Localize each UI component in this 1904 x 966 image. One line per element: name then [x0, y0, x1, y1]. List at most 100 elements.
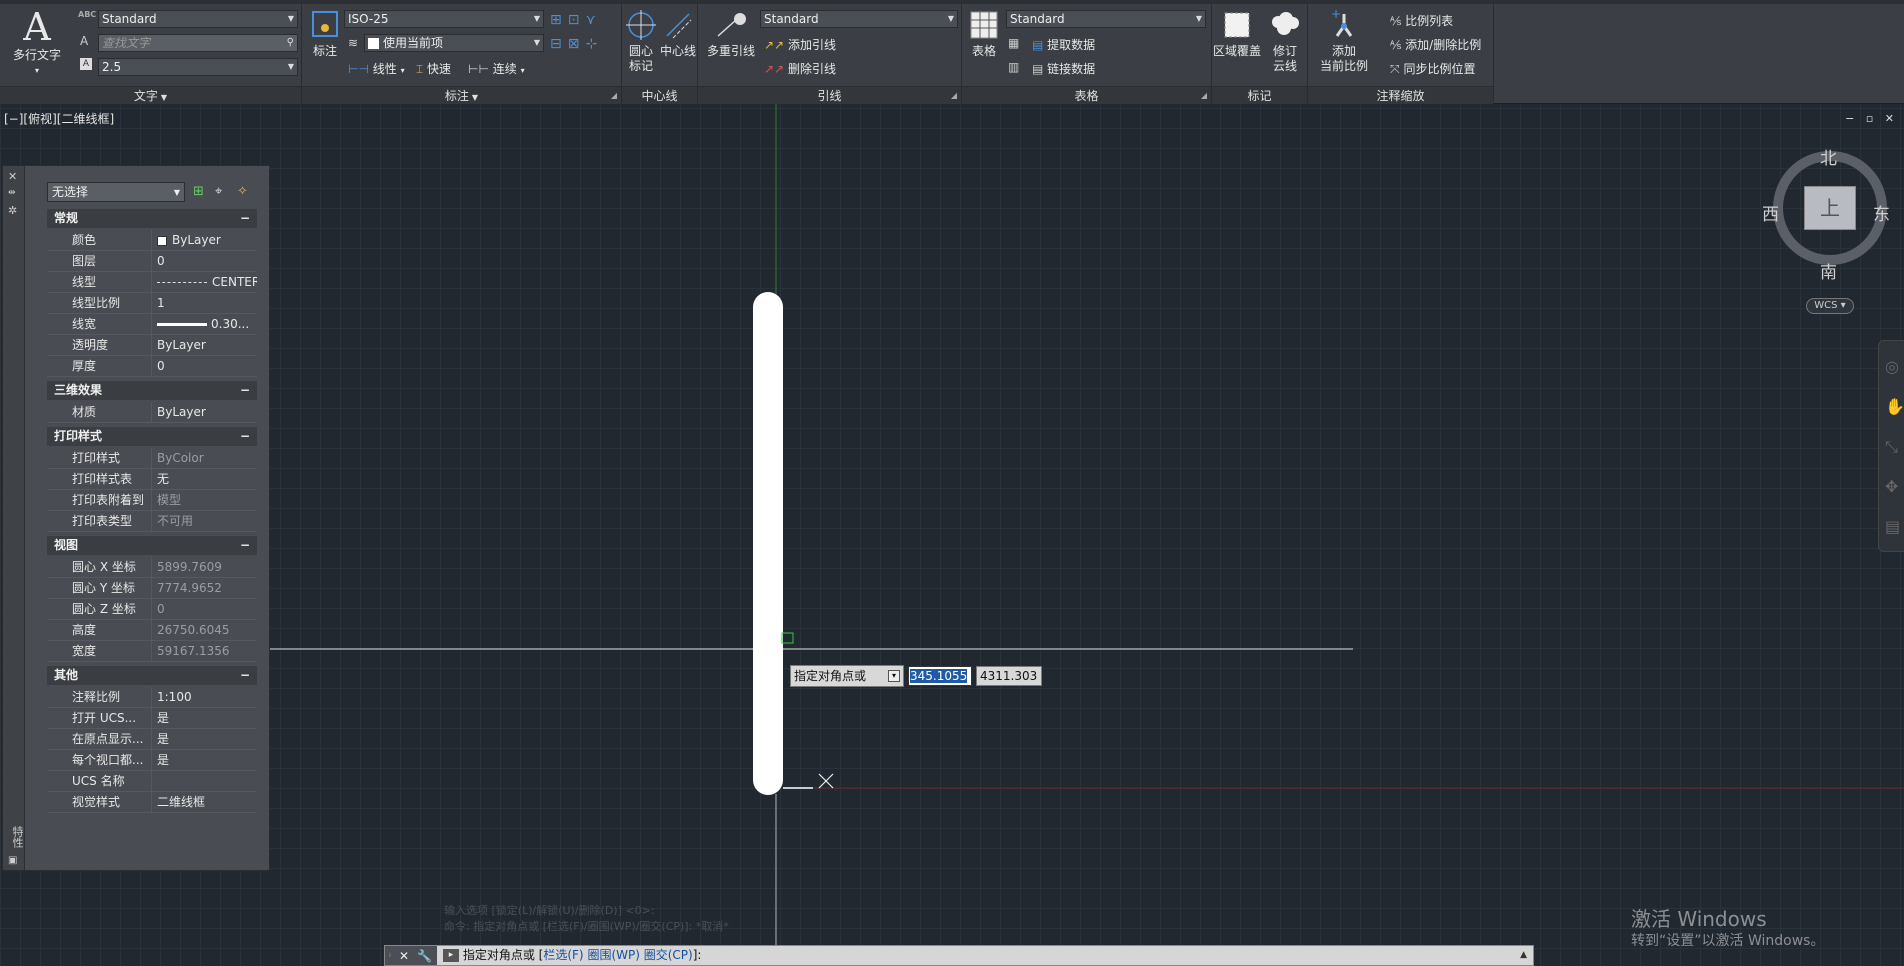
compass-south[interactable]: 南 [1820, 258, 1837, 283]
property-row[interactable]: 打印表附着到 模型 [47, 490, 257, 511]
property-row[interactable]: 宽度 59167.1356 [47, 641, 257, 662]
collapse-icon[interactable]: − [240, 381, 250, 400]
dynamic-input-value2[interactable]: 4311.303 [976, 666, 1042, 686]
centerline-panel-title[interactable]: 中心线 [622, 86, 697, 104]
viewport-controls-label[interactable]: [−][俯视][二维线框] [4, 110, 114, 127]
table-tool2-icon[interactable]: ▥ [1008, 60, 1019, 74]
property-row[interactable]: 圆心 X 坐标 5899.7609 [47, 557, 257, 578]
text-style-dropdown[interactable]: Standard ▼ [98, 10, 298, 28]
property-row[interactable]: 透明度 ByLayer [47, 335, 257, 356]
property-value[interactable]: 1:100 [151, 687, 257, 707]
property-row[interactable]: UCS 名称 [47, 771, 257, 792]
grip-icon[interactable]: ⁞ [389, 946, 391, 965]
steering-wheel-icon[interactable]: ◎ [1885, 357, 1899, 376]
property-row[interactable]: 高度 26750.6045 [47, 620, 257, 641]
extract-data-button[interactable]: ▤ 提取数据 [1032, 36, 1095, 53]
showmotion-icon[interactable]: ▤ [1885, 517, 1900, 536]
property-value[interactable]: 模型 [151, 490, 257, 510]
table-panel-title[interactable]: 表格 ◢ [962, 86, 1211, 104]
linear-dim-button[interactable]: ⊢⊣ 线性 ▾ [348, 60, 405, 77]
collapse-icon[interactable]: − [240, 536, 250, 555]
property-row[interactable]: 线型比例 1 [47, 293, 257, 314]
property-value[interactable]: 0 [151, 356, 257, 376]
property-value[interactable]: 0 [151, 251, 257, 271]
collapse-icon[interactable]: − [240, 427, 250, 446]
mleader-button[interactable]: 多重引线 [706, 10, 756, 59]
quick-select-icon[interactable]: ✧ [237, 184, 253, 200]
center-mark-button[interactable]: 圆心 标记 [624, 10, 658, 74]
property-row[interactable]: 每个视口都... 是 [47, 750, 257, 771]
property-value[interactable]: 7774.9652 [151, 578, 257, 598]
text-panel-title[interactable]: 文字 ▼ [0, 86, 301, 104]
property-value[interactable]: 二维线框 [151, 792, 257, 812]
palette-titlebar[interactable]: ✕ ⇹ ✲ 特性 ▣ [3, 166, 25, 870]
property-row[interactable]: 注释比例 1:100 [47, 687, 257, 708]
property-value[interactable]: 1 [151, 293, 257, 313]
section-header[interactable]: 三维效果 − [47, 381, 257, 400]
table-tool-icon[interactable]: ▦ [1008, 36, 1019, 50]
compass-east[interactable]: 东 [1873, 200, 1890, 225]
mleader-style-dropdown[interactable]: Standard ▼ [760, 10, 958, 28]
command-prompt[interactable]: ▸ 指定对角点或 [栏选(F) 圈围(WP) 圈交(CP)]: [443, 946, 701, 965]
select-objects-icon[interactable]: ⌖ [215, 184, 231, 200]
property-row[interactable]: 材质 ByLayer [47, 402, 257, 423]
property-row[interactable]: 打开 UCS... 是 [47, 708, 257, 729]
dim-layer-dropdown[interactable]: 使用当前项 ▼ [364, 34, 544, 52]
quick-dim-button[interactable]: ⌶ 快速 [416, 60, 451, 77]
property-value[interactable]: 0 [151, 599, 257, 619]
zoom-icon[interactable]: ⤡ [1885, 437, 1898, 457]
property-row[interactable]: 视觉样式 二维线框 [47, 792, 257, 813]
property-row[interactable]: 颜色 ByLayer [47, 230, 257, 251]
scale-panel-title[interactable]: 注释缩放 [1308, 86, 1493, 104]
property-row[interactable]: 线宽 0.30... [47, 314, 257, 335]
dynamic-input-value1[interactable]: 345.1055 [908, 666, 972, 686]
property-value[interactable]: ByLayer [151, 402, 257, 422]
property-row[interactable]: 在原点显示... 是 [47, 729, 257, 750]
dim-tools-row2[interactable]: ⊟⊠⊹ [550, 36, 603, 52]
revcloud-button[interactable]: 修订 云线 [1264, 10, 1306, 74]
dim-style-dropdown[interactable]: ISO-25 ▼ [344, 10, 544, 28]
property-row[interactable]: 打印样式表 无 [47, 469, 257, 490]
pan-icon[interactable]: ✋ [1885, 397, 1904, 416]
close-command-icon[interactable]: ✕ [399, 947, 409, 966]
close-icon[interactable]: ✕ [8, 170, 17, 183]
property-value[interactable]: 是 [151, 750, 257, 770]
property-value[interactable]: 26750.6045 [151, 620, 257, 640]
command-history-toggle[interactable]: ▲ [1520, 946, 1527, 965]
dim-tools-row1[interactable]: ⊞⊡⋎ [550, 12, 602, 28]
dimension-button[interactable]: 标注 [306, 10, 344, 59]
viewcube-top-face[interactable]: 上 [1804, 186, 1856, 230]
property-value[interactable]: 0.30... [151, 314, 257, 334]
property-row[interactable]: 打印表类型 不可用 [47, 511, 257, 532]
table-style-dropdown[interactable]: Standard ▼ [1006, 10, 1206, 28]
property-row[interactable]: 圆心 Z 坐标 0 [47, 599, 257, 620]
orbit-icon[interactable]: ✥ [1885, 477, 1898, 496]
compass-west[interactable]: 西 [1762, 200, 1779, 225]
toggle-pickadd-icon[interactable]: ⊞ [193, 184, 209, 200]
section-header[interactable]: 视图 − [47, 536, 257, 555]
viewport-window-controls[interactable]: − ▫ ✕ [1845, 112, 1898, 125]
property-value[interactable]: 不可用 [151, 511, 257, 531]
add-current-scale-button[interactable]: + 添加 当前比例 [1316, 7, 1372, 74]
remove-leader-button[interactable]: ↗↗ 删除引线 [764, 60, 836, 77]
table-button[interactable]: 表格 [966, 10, 1002, 59]
collapse-icon[interactable]: − [240, 666, 250, 685]
spell-check-icon[interactable]: ABC [78, 10, 96, 19]
property-value[interactable] [151, 771, 257, 791]
command-line[interactable]: ⁞ ✕ 🔧 ▸ 指定对角点或 [栏选(F) 圈围(WP) 圈交(CP)]: ▲ [384, 945, 1534, 966]
dynamic-options-icon[interactable]: ▾ [888, 670, 900, 682]
section-header[interactable]: 其他 − [47, 666, 257, 685]
property-value[interactable]: 无 [151, 469, 257, 489]
centerline-button[interactable]: 中心线 [658, 10, 698, 59]
mtext-button[interactable]: A 多行文字 ▾ [6, 6, 68, 78]
section-header[interactable]: 常规 − [47, 209, 257, 228]
property-row[interactable]: 线型 CENTER [47, 272, 257, 293]
wcs-menu[interactable]: WCS ▾ [1806, 298, 1854, 314]
add-remove-scale-button[interactable]: ⅍ 添加/删除比例 [1390, 36, 1481, 53]
markup-panel-title[interactable]: 标记 [1212, 86, 1307, 104]
property-row[interactable]: 图层 0 [47, 251, 257, 272]
autohide-icon[interactable]: ⇹ [8, 188, 16, 198]
property-value[interactable]: 5899.7609 [151, 557, 257, 577]
collapse-icon[interactable]: − [240, 209, 250, 228]
palette-menu-icon[interactable]: ▣ [8, 855, 17, 866]
